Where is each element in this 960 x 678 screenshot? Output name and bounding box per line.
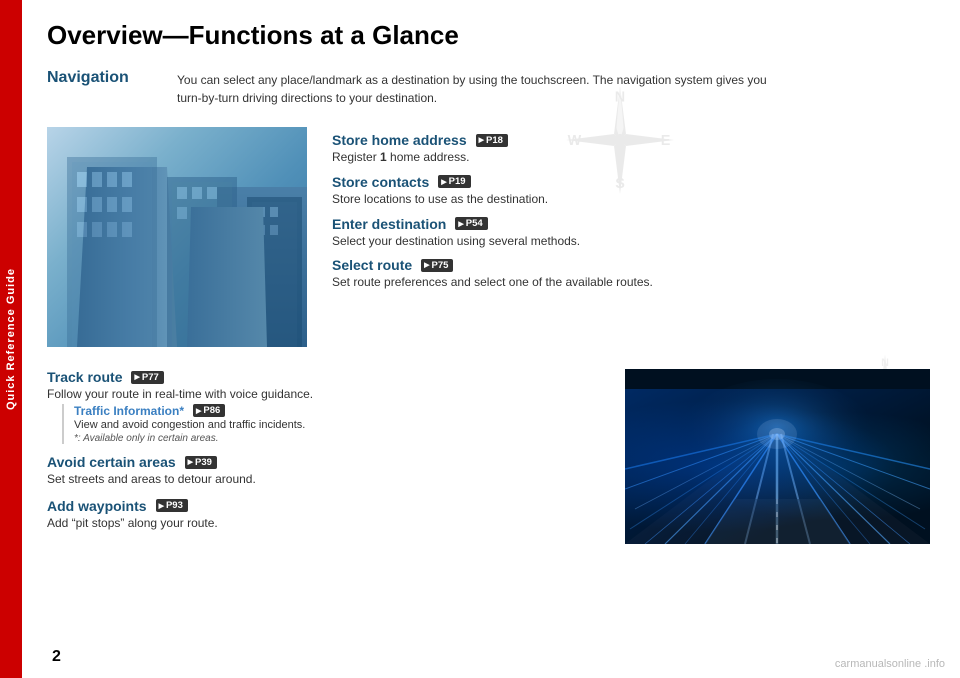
building-image [47, 127, 307, 347]
feature-track-route-desc: Follow your route in real-time with voic… [47, 386, 600, 403]
feature-track-route-title: Track route P77 [47, 369, 600, 385]
feature-avoid-areas: Avoid certain areas P39 Set streets and … [47, 454, 600, 488]
feature-add-waypoints-title: Add waypoints P93 [47, 498, 600, 514]
enter-destination-ref: P54 [455, 217, 487, 230]
side-tab-label: Quick Reference Guide [5, 268, 17, 410]
feature-enter-destination: Enter destination P54 Select your destin… [332, 216, 930, 250]
compass-watermark-1: N S E W [560, 80, 680, 200]
select-route-ref: P75 [421, 259, 453, 272]
traffic-info-note: *: Available only in certain areas. [74, 433, 600, 444]
navigation-section: Navigation You can select any place/land… [47, 69, 930, 107]
feature-add-waypoints: Add waypoints P93 Add “pit stops” along … [47, 498, 600, 532]
nav-desc-line2: turn-by-turn driving directions to your … [177, 91, 437, 105]
svg-text:N: N [881, 357, 889, 369]
side-tab: Quick Reference Guide [0, 0, 22, 678]
upper-row: Store home address P18 Register 1 home a… [47, 127, 930, 347]
feature-avoid-areas-desc: Set streets and areas to detour around. [47, 471, 600, 488]
feature-track-route: Track route P77 Follow your route in rea… [47, 369, 600, 444]
nav-label-text: Navigation [47, 69, 129, 86]
road-streaks [625, 369, 930, 544]
road-image [625, 369, 930, 544]
traffic-info-title: Traffic Information* P86 [74, 404, 600, 418]
nav-label: Navigation [47, 69, 177, 107]
feature-avoid-areas-title: Avoid certain areas P39 [47, 454, 600, 470]
page-number: 2 [52, 648, 61, 666]
main-content: N S E W N S E W Overview—Functions at a … [22, 0, 960, 678]
track-route-ref: P77 [131, 371, 163, 384]
traffic-info-desc: View and avoid congestion and traffic in… [74, 418, 600, 433]
traffic-info-subfeature: Traffic Information* P86 View and avoid … [62, 404, 600, 444]
feature-select-route-title: Select route P75 [332, 257, 930, 273]
feature-add-waypoints-desc: Add “pit stops” along your route. [47, 515, 600, 532]
add-waypoints-ref: P93 [156, 499, 188, 512]
avoid-areas-ref: P39 [185, 456, 217, 469]
nav-description: You can select any place/landmark as a d… [177, 71, 930, 107]
page-title: Overview—Functions at a Glance [47, 20, 930, 51]
svg-text:W: W [568, 133, 582, 149]
store-contacts-ref: P19 [438, 175, 470, 188]
feature-enter-destination-title: Enter destination P54 [332, 216, 930, 232]
feature-select-route: Select route P75 Set route preferences a… [332, 257, 930, 291]
road-svg [625, 369, 930, 544]
store-home-ref: P18 [476, 134, 508, 147]
watermark: carmanualsonline .info [835, 658, 945, 670]
lower-features: Track route P77 Follow your route in rea… [47, 369, 600, 544]
building-svg [47, 127, 307, 347]
traffic-info-ref: P86 [193, 404, 225, 417]
feature-select-route-desc: Set route preferences and select one of … [332, 274, 930, 291]
svg-text:S: S [615, 176, 625, 192]
svg-text:N: N [615, 90, 625, 106]
svg-text:E: E [661, 133, 671, 149]
lower-row: Track route P77 Follow your route in rea… [47, 369, 930, 544]
feature-enter-destination-desc: Select your destination using several me… [332, 233, 930, 250]
